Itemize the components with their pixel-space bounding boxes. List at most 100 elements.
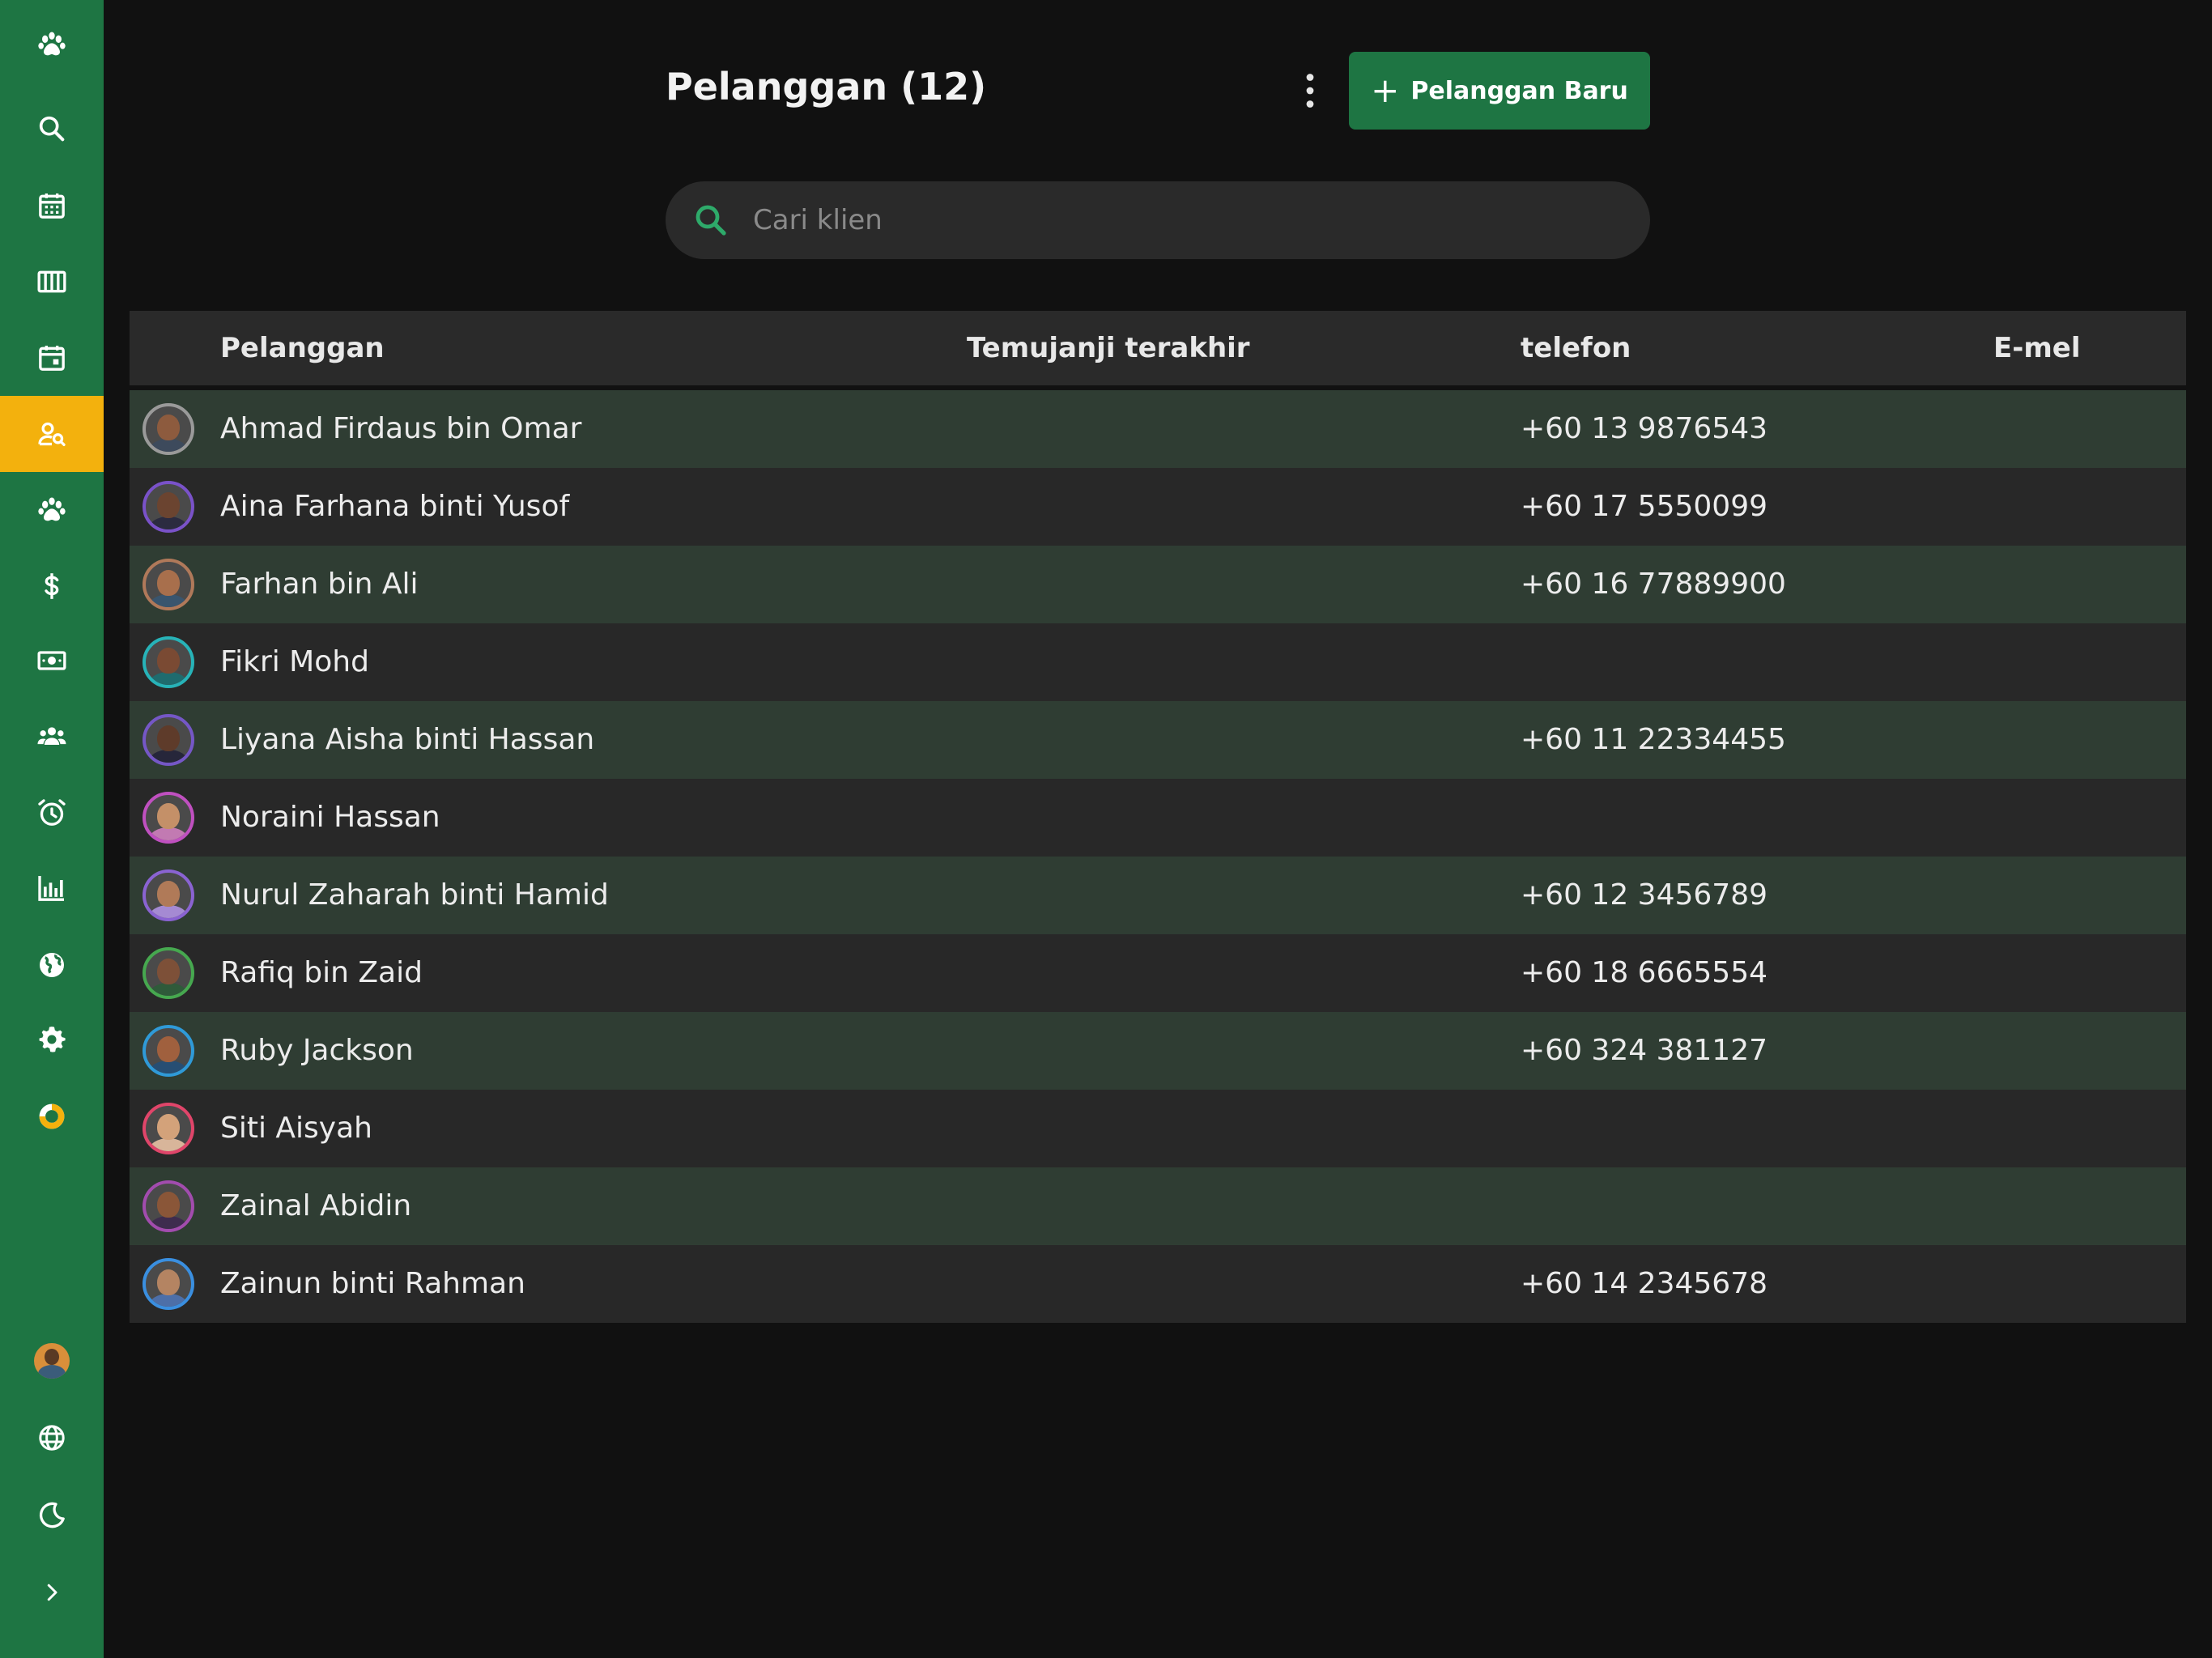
column-header-phone[interactable]: telefon	[1521, 311, 1631, 385]
avatar-body	[149, 517, 188, 529]
avatar-body	[149, 905, 188, 918]
paw-icon	[38, 497, 66, 521]
table-row[interactable]: Rafiq bin Zaid +60 18 6665554	[130, 934, 2186, 1012]
customer-phone: +60 13 9876543	[1521, 412, 1767, 445]
avatar-body	[149, 1216, 188, 1229]
vertical-dots-icon	[1306, 74, 1314, 108]
avatar-body	[149, 1294, 188, 1307]
customer-avatar	[143, 714, 194, 766]
nav-theme[interactable]	[0, 1477, 104, 1553]
table-row[interactable]: Zainal Abidin	[130, 1167, 2186, 1245]
table-row[interactable]: Siti Aisyah	[130, 1090, 2186, 1167]
sidebar	[0, 0, 104, 1658]
avatar-body	[149, 750, 188, 763]
new-customer-button[interactable]: + Pelanggan Baru	[1349, 52, 1650, 130]
search-bar[interactable]	[666, 181, 1650, 259]
table-row[interactable]: Nurul Zaharah binti Hamid +60 12 3456789	[130, 857, 2186, 934]
nav-payments[interactable]	[0, 623, 104, 699]
customer-name: Rafiq bin Zaid	[220, 956, 423, 989]
avatar-face	[157, 725, 180, 751]
search-icon	[39, 116, 65, 142]
customer-phone: +60 14 2345678	[1521, 1267, 1767, 1300]
table-row[interactable]: Liyana Aisha binti Hassan +60 11 22334455	[130, 701, 2186, 779]
table-row[interactable]: Aina Farhana binti Yusof +60 17 5550099	[130, 468, 2186, 546]
more-options-button[interactable]	[1289, 66, 1331, 115]
avatar-face	[157, 414, 180, 440]
nav-home-paw[interactable]	[0, 6, 104, 83]
avatar-face	[157, 1036, 180, 1062]
table-row[interactable]: Zainun binti Rahman +60 14 2345678	[130, 1245, 2186, 1323]
customer-avatar	[143, 869, 194, 921]
calendar-day-icon	[39, 346, 65, 371]
nav-day-calendar[interactable]	[0, 320, 104, 396]
nav-reports[interactable]	[0, 850, 104, 926]
avatar-body	[149, 1061, 188, 1073]
table-row[interactable]: Fikri Mohd	[130, 623, 2186, 701]
bar-chart-icon	[38, 876, 64, 901]
nav-customers[interactable]	[0, 396, 104, 472]
avatar-face	[157, 648, 180, 674]
dollar-icon	[45, 573, 59, 599]
gear-icon	[39, 1027, 66, 1052]
avatar-face	[157, 1269, 180, 1295]
avatar-face	[157, 803, 180, 829]
nav-reminders[interactable]	[0, 775, 104, 851]
avatar-face	[157, 492, 180, 518]
customer-name: Aina Farhana binti Yusof	[220, 490, 570, 523]
columns-icon	[37, 270, 66, 293]
customer-name: Fikri Mohd	[220, 645, 369, 678]
nav-pricing[interactable]	[0, 548, 104, 624]
nav-pets[interactable]	[0, 472, 104, 548]
globe-icon	[40, 953, 64, 977]
paw-icon	[38, 32, 66, 56]
avatar-face	[157, 570, 180, 596]
customer-phone: +60 11 22334455	[1521, 723, 1786, 756]
customer-phone: +60 324 381127	[1521, 1034, 1767, 1067]
table-row[interactable]: Noraini Hassan	[130, 779, 2186, 857]
nav-calendar[interactable]	[0, 168, 104, 244]
avatar-face	[157, 881, 180, 907]
page-title: Pelanggan (12)	[666, 65, 987, 108]
customer-name: Zainal Abidin	[220, 1189, 412, 1222]
search-input[interactable]	[751, 203, 1564, 237]
customer-phone: +60 17 5550099	[1521, 490, 1767, 523]
avatar-body	[149, 672, 188, 685]
nav-team[interactable]	[0, 699, 104, 775]
customer-phone: +60 12 3456789	[1521, 878, 1767, 912]
nav-search[interactable]	[0, 91, 104, 167]
table-row[interactable]: Ahmad Firdaus bin Omar +60 13 9876543	[130, 390, 2186, 468]
nav-online[interactable]	[0, 927, 104, 1003]
language-globe-icon	[39, 1425, 65, 1451]
table-row[interactable]: Ruby Jackson +60 324 381127	[130, 1012, 2186, 1090]
nav-integration[interactable]	[0, 1078, 104, 1154]
plus-icon: +	[1371, 70, 1400, 110]
customer-phone: +60 18 6665554	[1521, 956, 1767, 989]
avatar-body	[149, 827, 188, 840]
column-header-email[interactable]: E-mel	[1993, 311, 2080, 385]
nav-expand[interactable]	[0, 1554, 104, 1630]
nav-language[interactable]	[0, 1400, 104, 1476]
customer-name: Siti Aisyah	[220, 1112, 372, 1145]
user-avatar	[34, 1343, 70, 1379]
avatar-body	[149, 1138, 188, 1151]
alarm-icon	[38, 799, 66, 826]
customer-name: Noraini Hassan	[220, 801, 440, 834]
customer-avatar	[143, 1025, 194, 1077]
nav-board[interactable]	[0, 244, 104, 320]
calendar-icon	[39, 193, 65, 219]
column-header-last-appointment[interactable]: Temujanji terakhir	[967, 311, 1250, 385]
new-customer-label: Pelanggan Baru	[1410, 76, 1628, 105]
moon-icon	[39, 1502, 65, 1528]
chevron-right-icon	[47, 1584, 57, 1601]
nav-profile[interactable]	[0, 1323, 104, 1399]
avatar-face	[157, 1192, 180, 1218]
table-row[interactable]: Farhan bin Ali +60 16 77889900	[130, 546, 2186, 623]
customers-table: Pelanggan Temujanji terakhir telefon E-m…	[130, 311, 2186, 1323]
avatar-face	[157, 1114, 180, 1140]
nav-settings[interactable]	[0, 1001, 104, 1078]
team-icon	[37, 727, 66, 745]
avatar-face	[157, 959, 180, 984]
customer-phone: +60 16 77889900	[1521, 568, 1786, 601]
column-header-customer[interactable]: Pelanggan	[220, 311, 385, 385]
customer-name: Liyana Aisha binti Hassan	[220, 723, 595, 756]
